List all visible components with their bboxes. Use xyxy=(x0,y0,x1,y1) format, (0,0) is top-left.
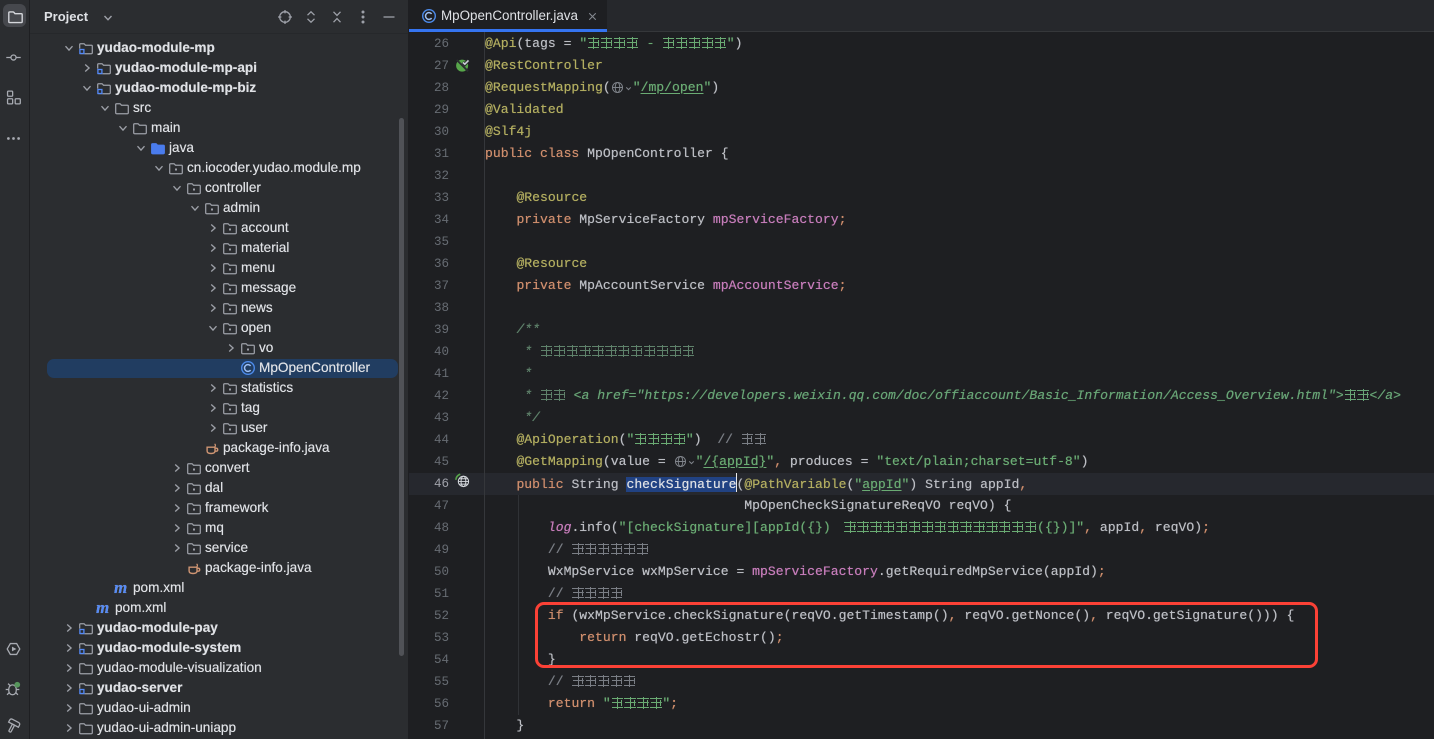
svg-text:m: m xyxy=(96,600,109,616)
svg-text:m: m xyxy=(114,580,127,596)
